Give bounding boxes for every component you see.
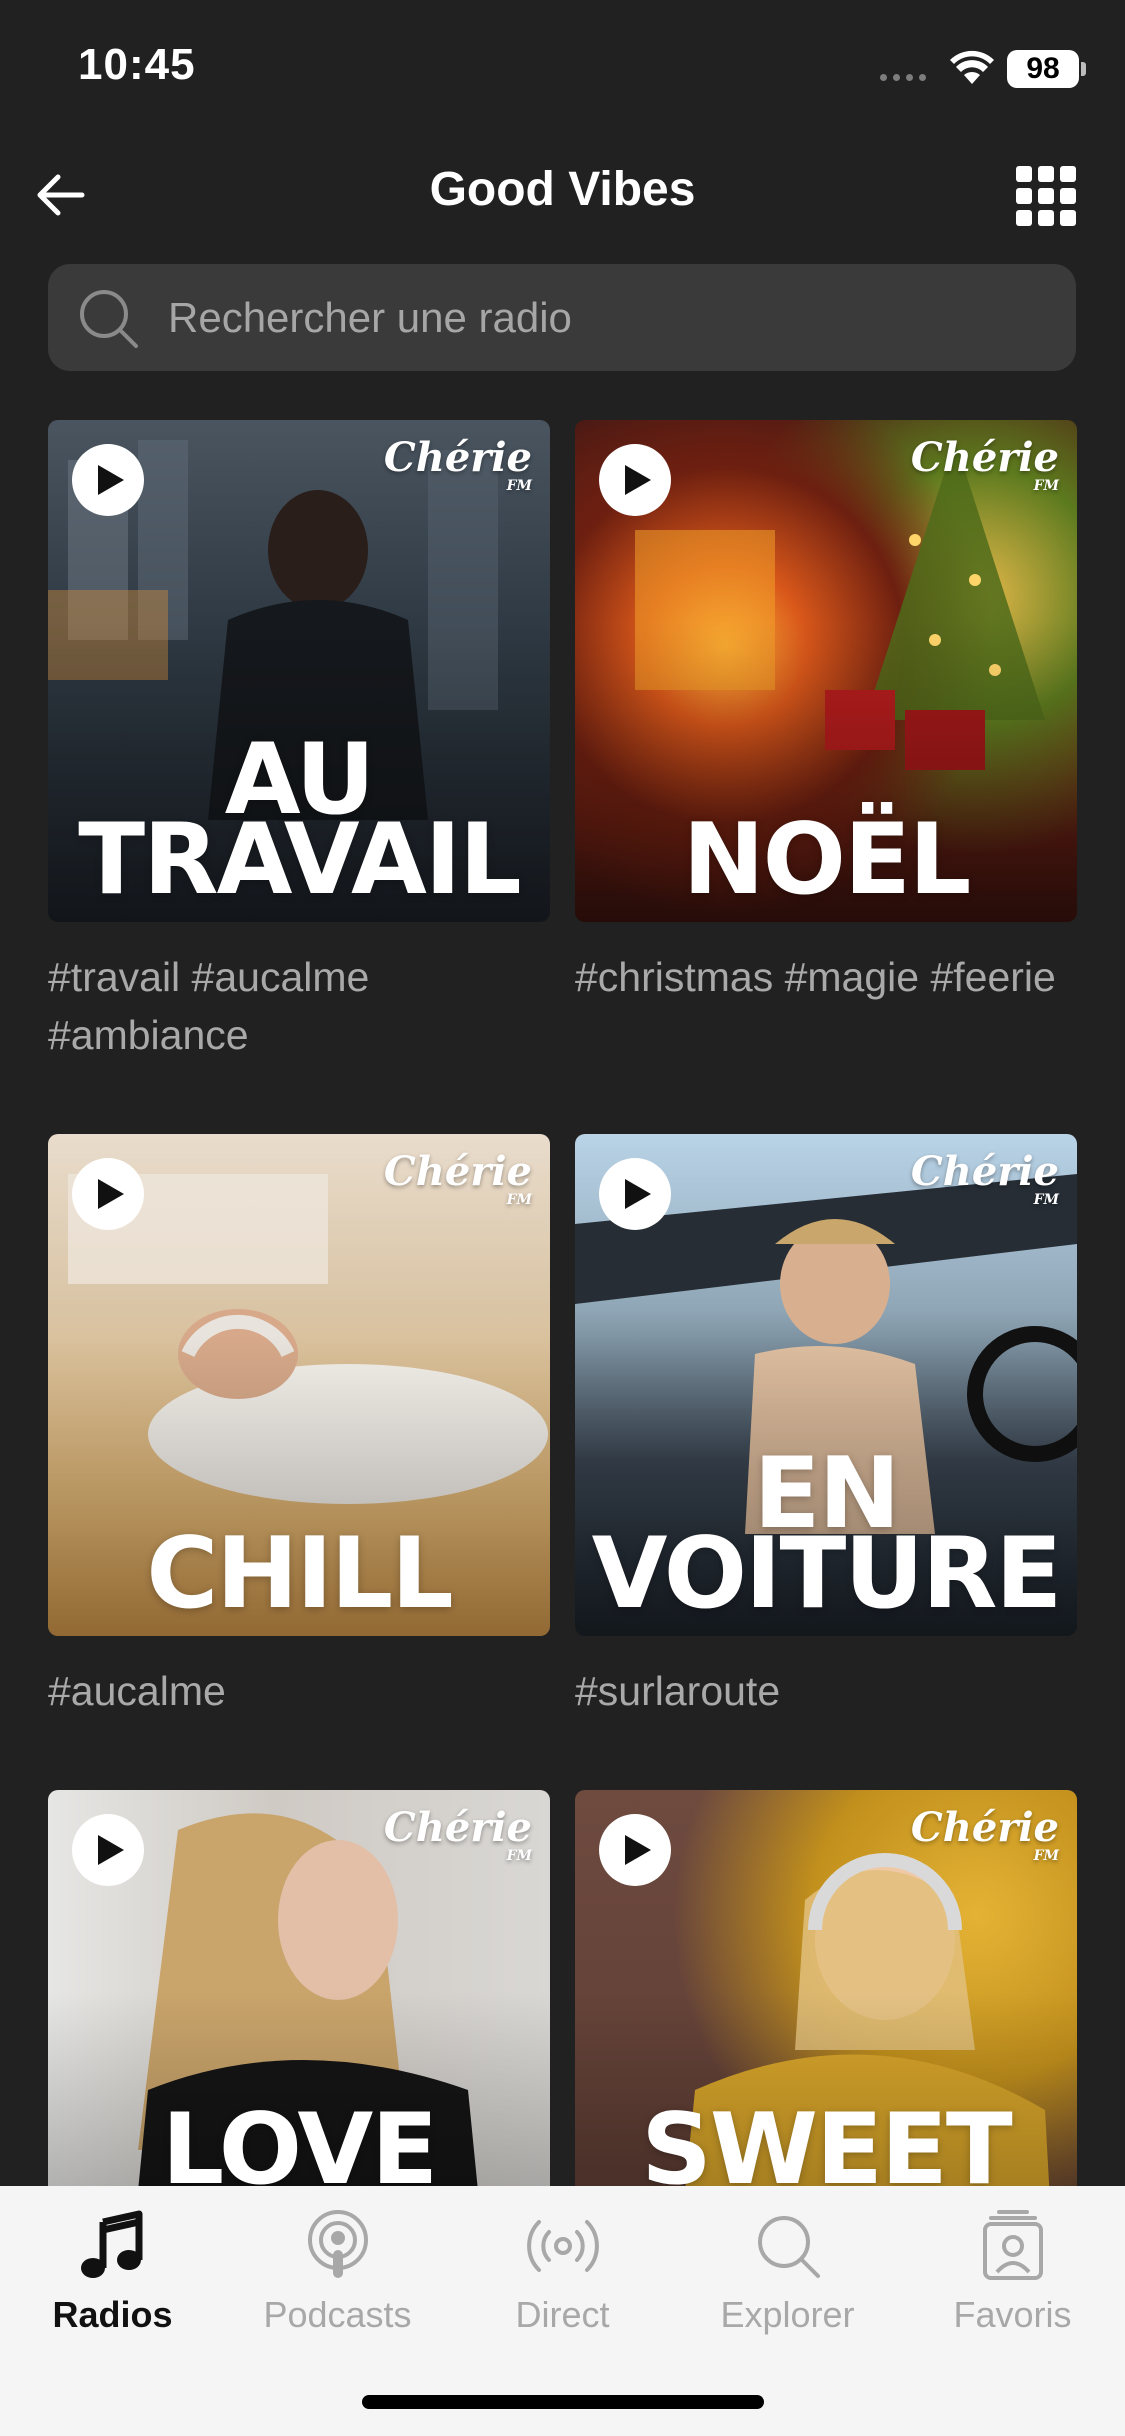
tab-explorer[interactable]: Explorer <box>675 2208 900 2336</box>
play-icon <box>97 465 124 495</box>
radio-card[interactable]: Chérie FM NOËL #christmas #magie #feerie <box>575 420 1077 1006</box>
brand-name: Chérie <box>910 434 1059 481</box>
brand-logo: Chérie FM <box>384 1152 532 1209</box>
tab-favoris[interactable]: Favoris <box>900 2208 1125 2336</box>
play-button[interactable] <box>599 1814 671 1886</box>
search-bar[interactable] <box>48 264 1076 371</box>
play-icon <box>624 465 651 495</box>
wifi-icon <box>950 50 994 84</box>
tab-radios[interactable]: Radios <box>0 2208 225 2336</box>
card-artwork[interactable]: Chérie FM NOËL <box>575 420 1077 922</box>
tab-podcasts[interactable]: Podcasts <box>225 2208 450 2336</box>
tab-label: Favoris <box>953 2294 1072 2335</box>
radio-card[interactable]: Chérie FM AU TRAVAIL #travail #aucalme #… <box>48 420 550 1064</box>
brand-logo: Chérie FM <box>384 1808 532 1865</box>
card-artwork[interactable]: Chérie FM EN VOITURE <box>575 1134 1077 1636</box>
play-icon <box>624 1179 651 1209</box>
card-tags: #christmas #magie #feerie <box>575 954 1056 1000</box>
card-artwork[interactable]: Chérie FM AU TRAVAIL <box>48 420 550 922</box>
battery-icon: 98 <box>1007 50 1079 88</box>
page-title: Good Vibes <box>429 163 696 216</box>
tab-label: Radios <box>52 2294 173 2335</box>
brand-logo: Chérie FM <box>384 438 532 495</box>
podcast-icon <box>307 2210 368 2278</box>
brand-name: Chérie <box>383 1804 532 1851</box>
tab-label: Explorer <box>720 2294 855 2335</box>
status-time: 10:45 <box>78 40 196 89</box>
radio-card[interactable]: Chérie FM EN VOITURE #surlaroute <box>575 1134 1077 1720</box>
grid-view-button[interactable] <box>1016 166 1076 226</box>
search-icon <box>757 2216 820 2278</box>
tab-label: Direct <box>515 2294 610 2335</box>
favorites-icon <box>982 2210 1043 2280</box>
radio-card[interactable]: Chérie FM CHILL #aucalme <box>48 1134 550 1720</box>
card-title: NOËL <box>682 803 972 917</box>
play-button[interactable] <box>599 444 671 516</box>
home-indicator <box>362 2395 764 2409</box>
play-button[interactable] <box>599 1158 671 1230</box>
play-button[interactable] <box>72 1814 144 1886</box>
card-tags: #aucalme <box>48 1668 226 1714</box>
card-title: EN VOITURE <box>591 1437 1063 1631</box>
card-tags: #travail #aucalme #ambiance <box>48 954 370 1058</box>
music-note-icon <box>80 2210 142 2278</box>
play-button[interactable] <box>72 1158 144 1230</box>
broadcast-icon <box>526 2220 599 2272</box>
play-icon <box>97 1179 124 1209</box>
card-tags: #surlaroute <box>575 1668 781 1714</box>
tab-direct[interactable]: Direct <box>450 2208 675 2336</box>
brand-name: Chérie <box>910 1148 1059 1195</box>
brand-logo: Chérie FM <box>911 1152 1059 1209</box>
play-button[interactable] <box>72 444 144 516</box>
cellular-signal-icon <box>880 74 926 81</box>
play-icon <box>97 1835 124 1865</box>
status-bar: 10:45 98 <box>0 0 1125 135</box>
card-artwork[interactable]: Chérie FM CHILL <box>48 1134 550 1636</box>
search-icon <box>80 289 138 348</box>
tab-label: Podcasts <box>263 2294 412 2335</box>
brand-name: Chérie <box>910 1804 1059 1851</box>
brand-name: Chérie <box>383 434 532 481</box>
play-icon <box>624 1835 651 1865</box>
brand-name: Chérie <box>383 1148 532 1195</box>
battery-nub <box>1081 62 1086 76</box>
brand-logo: Chérie FM <box>911 438 1059 495</box>
card-title: CHILL <box>146 1517 453 1631</box>
brand-logo: Chérie FM <box>911 1808 1059 1865</box>
search-input[interactable] <box>166 292 1050 343</box>
card-title: AU TRAVAIL <box>78 723 521 917</box>
